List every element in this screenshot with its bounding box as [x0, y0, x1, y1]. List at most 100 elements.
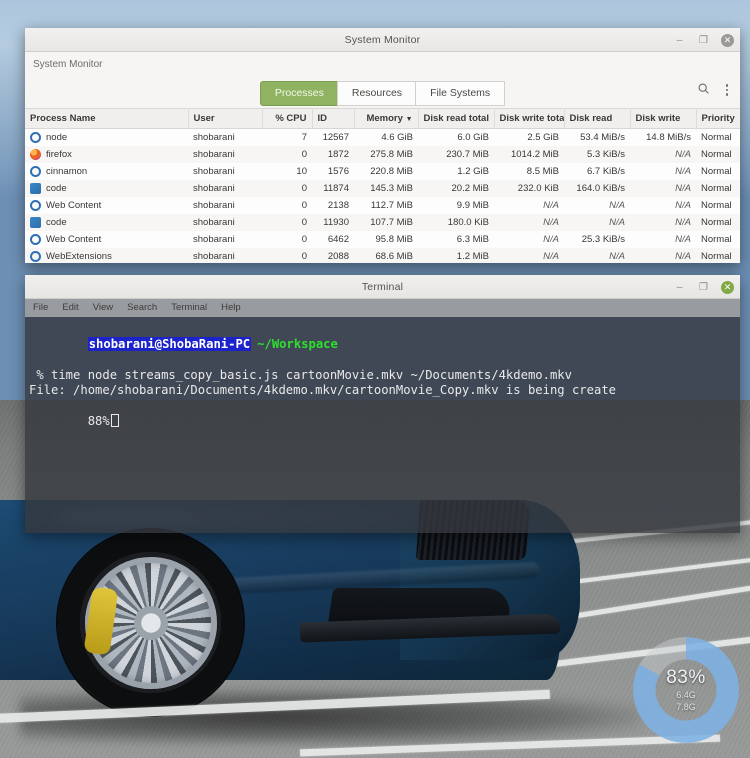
cell-disk-read: 25.3 KiB/s	[564, 230, 630, 248]
process-table[interactable]: Process Name User % CPU ID Memory ▼ Disk…	[25, 108, 740, 263]
maximize-button[interactable]: ❐	[697, 281, 710, 294]
terminal-prompt-path: ~/Workspace	[257, 336, 338, 351]
process-name-label: code	[46, 182, 67, 194]
process-table-header-row[interactable]: Process Name User % CPU ID Memory ▼ Disk…	[25, 108, 740, 129]
cell-disk-write-total: N/A	[494, 196, 564, 214]
sort-descending-icon: ▼	[405, 116, 413, 123]
column-header-disk-write[interactable]: Disk write	[630, 108, 697, 129]
menu-item-file[interactable]: File	[33, 302, 48, 313]
minimize-button[interactable]: –	[673, 281, 686, 294]
cell-user: shobarani	[188, 128, 262, 146]
cell-disk-write: N/A	[630, 179, 696, 197]
cell-disk-write: N/A	[630, 162, 696, 180]
cell-memory: 220.8 MiB	[354, 162, 418, 180]
column-header-disk-write-total[interactable]: Disk write total	[494, 108, 565, 129]
cell-disk-write: N/A	[630, 247, 696, 263]
menu-item-terminal[interactable]: Terminal	[171, 302, 207, 313]
column-header-user[interactable]: User	[188, 108, 263, 129]
tab-file-systems[interactable]: File Systems	[415, 80, 506, 106]
system-monitor-window[interactable]: System Monitor – ❐ ✕ System Monitor Proc…	[25, 28, 740, 263]
table-row[interactable]: Web Content shobarani 0 2138 112.7 MiB 9.9 Mi…	[25, 196, 740, 214]
search-icon[interactable]	[697, 82, 710, 98]
table-row[interactable]: firefox shobarani 0 1872 275.8 MiB 230.7 MiB 1…	[25, 145, 740, 163]
cell-disk-write-total: 232.0 KiB	[494, 179, 564, 197]
system-monitor-title: System Monitor	[344, 33, 421, 46]
column-header-priority[interactable]: Priority	[696, 108, 740, 129]
table-row[interactable]: code shobarani 0 11930 107.7 MiB 180.0 KiB N/A…	[25, 213, 740, 231]
terminal-window-controls[interactable]: – ❐ ✕	[673, 275, 734, 299]
system-monitor-window-controls[interactable]: – ❐ ✕	[673, 28, 734, 52]
donut-label-group: 83% 6.4G 7.8G	[633, 637, 739, 743]
terminal-prompt-line: shobarani@ShobaRani-PC ~/Workspace	[29, 321, 736, 368]
cell-process-name: Web Content	[25, 230, 188, 248]
cell-process-name: node	[25, 128, 188, 146]
close-button[interactable]: ✕	[721, 280, 734, 294]
cell-user: shobarani	[188, 145, 262, 163]
cell-memory: 112.7 MiB	[354, 196, 418, 214]
process-table-body[interactable]: node shobarani 7 12567 4.6 GiB 6.0 GiB 2.5 GiB…	[25, 128, 740, 263]
table-row[interactable]: WebExtensions shobarani 0 2088 68.6 MiB 1.2 M…	[25, 247, 740, 263]
terminal-output-line: File: /home/shobarani/Documents/4kdemo.m…	[29, 383, 616, 397]
cell-id: 11874	[312, 179, 354, 197]
cell-priority: Normal	[696, 128, 740, 146]
terminal-progress-percent: 88%	[87, 414, 110, 428]
system-monitor-titlebar[interactable]: System Monitor – ❐ ✕	[25, 28, 740, 52]
maximize-button[interactable]: ❐	[697, 34, 710, 47]
disk-usage-donut-widget: 83% 6.4G 7.8G	[633, 637, 739, 743]
menu-item-search[interactable]: Search	[127, 302, 157, 313]
system-monitor-tabbar[interactable]: Processes Resources File Systems	[25, 78, 740, 108]
table-row[interactable]: Web Content shobarani 0 6462 95.8 MiB 6.3 MiB…	[25, 230, 740, 248]
cell-process-name: code	[25, 179, 188, 197]
menu-item-view[interactable]: View	[93, 302, 113, 313]
cell-disk-write-total: N/A	[494, 213, 564, 231]
cell-process-name: firefox	[25, 145, 188, 163]
cell-disk-read: N/A	[564, 247, 630, 263]
cell-id: 1576	[312, 162, 354, 180]
cell-memory: 4.6 GiB	[354, 128, 418, 146]
column-header-disk-read-total[interactable]: Disk read total	[418, 108, 495, 129]
cell-id: 11930	[312, 213, 354, 231]
cell-disk-read: N/A	[564, 196, 630, 214]
cell-user: shobarani	[188, 213, 262, 231]
terminal-cursor	[110, 414, 119, 427]
close-button[interactable]: ✕	[721, 33, 734, 47]
cell-memory: 68.6 MiB	[354, 247, 418, 263]
system-monitor-toolbar[interactable]	[697, 82, 728, 98]
terminal-output-area[interactable]: shobarani@ShobaRani-PC ~/Workspace % time…	[25, 317, 740, 533]
cell-id: 6462	[312, 230, 354, 248]
cell-disk-write-total: N/A	[494, 247, 564, 263]
cell-disk-write-total: 2.5 GiB	[494, 128, 564, 146]
tab-processes[interactable]: Processes	[259, 80, 339, 106]
column-header-memory-label: Memory	[366, 113, 403, 124]
column-header-id[interactable]: ID	[312, 108, 355, 129]
cell-disk-write: N/A	[630, 196, 696, 214]
cell-process-name: WebExtensions	[25, 247, 188, 263]
terminal-titlebar[interactable]: Terminal – ❐ ✕	[25, 275, 740, 299]
kebab-menu-icon[interactable]	[725, 84, 728, 96]
cell-cpu: 0	[262, 247, 312, 263]
menu-item-edit[interactable]: Edit	[62, 302, 78, 313]
cell-disk-read-total: 20.2 MiB	[418, 179, 494, 197]
gear-icon	[30, 233, 41, 245]
column-header-process-name[interactable]: Process Name	[25, 108, 189, 129]
cell-disk-write: N/A	[630, 145, 696, 163]
table-row[interactable]: node shobarani 7 12567 4.6 GiB 6.0 GiB 2.5 GiB…	[25, 128, 740, 146]
cell-cpu: 0	[262, 213, 312, 231]
minimize-button[interactable]: –	[673, 34, 686, 47]
cell-cpu: 0	[262, 230, 312, 248]
table-row[interactable]: cinnamon shobarani 10 1576 220.8 MiB 1.2 GiB 8…	[25, 162, 740, 180]
menu-item-help[interactable]: Help	[221, 302, 241, 313]
cell-cpu: 10	[262, 162, 312, 180]
table-row[interactable]: code shobarani 0 11874 145.3 MiB 20.2 MiB 232.…	[25, 179, 740, 197]
cell-disk-read-total: 6.0 GiB	[418, 128, 494, 146]
cell-priority: Normal	[696, 213, 740, 231]
wallpaper-car-tire	[58, 530, 243, 715]
column-header-disk-read[interactable]: Disk read	[564, 108, 631, 129]
column-header-memory[interactable]: Memory ▼	[354, 108, 419, 129]
tab-resources[interactable]: Resources	[336, 80, 418, 106]
cell-disk-read-total: 1.2 MiB	[418, 247, 494, 263]
system-monitor-app-label: System Monitor	[33, 59, 103, 70]
column-header-cpu[interactable]: % CPU	[262, 108, 313, 129]
terminal-window[interactable]: Terminal – ❐ ✕ File Edit View Search Ter…	[25, 275, 740, 533]
terminal-menubar[interactable]: File Edit View Search Terminal Help	[25, 299, 740, 317]
